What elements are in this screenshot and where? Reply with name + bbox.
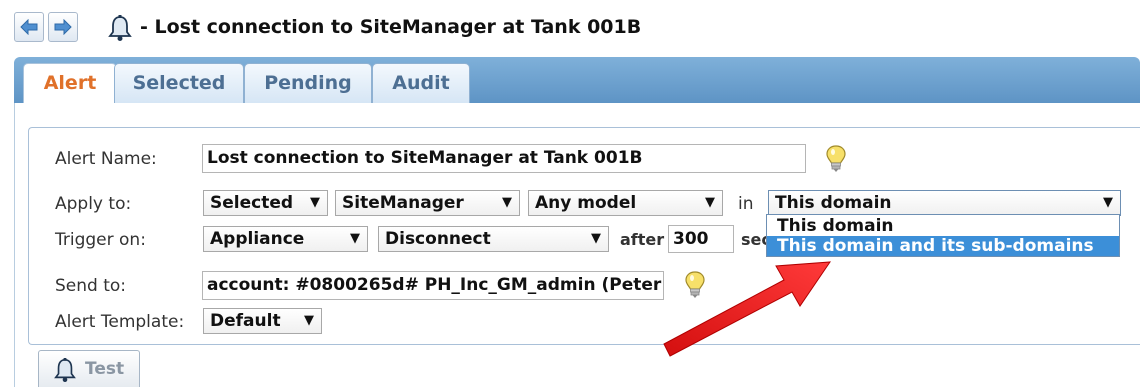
dropdown-arrow-icon: ▼ (350, 231, 360, 246)
dropdown-arrow-icon: ▼ (705, 195, 715, 210)
tab-selected[interactable]: Selected (114, 63, 244, 103)
domain-select[interactable]: This domain ▼ (768, 190, 1121, 216)
lightbulb-icon[interactable] (825, 144, 847, 174)
forward-arrow-icon (54, 19, 72, 35)
dropdown-arrow-icon: ▼ (591, 231, 601, 246)
back-arrow-icon (20, 19, 38, 35)
model-select[interactable]: Any model ▼ (528, 190, 723, 216)
domain-dropdown-list: This domain This domain and its sub-doma… (766, 214, 1120, 257)
apply-scope-select[interactable]: Selected ▼ (203, 190, 328, 216)
domain-option-this[interactable]: This domain (767, 216, 1119, 236)
test-button[interactable]: Test (38, 350, 140, 387)
in-label: in (738, 194, 754, 214)
alert-template-label: Alert Template: (55, 312, 185, 332)
after-seconds-input[interactable]: 300 (668, 225, 734, 253)
alert-name-input[interactable]: Lost connection to SiteManager at Tank 0… (202, 144, 806, 173)
tab-strip: Alert Selected Pending Audit (14, 57, 1140, 104)
tab-audit[interactable]: Audit (372, 63, 470, 103)
trigger-event-select[interactable]: Disconnect ▼ (378, 226, 609, 252)
test-button-label: Test (85, 359, 125, 379)
trigger-source-select[interactable]: Appliance ▼ (203, 226, 368, 252)
title-bar: - Lost connection to SiteManager at Tank… (0, 0, 1140, 58)
page-title: - Lost connection to SiteManager at Tank… (140, 16, 642, 38)
trigger-on-label: Trigger on: (55, 230, 146, 250)
dropdown-arrow-icon: ▼ (304, 313, 314, 328)
apply-scope-value: Selected (210, 193, 294, 213)
domain-value: This domain (775, 193, 892, 213)
tab-alert[interactable]: Alert (23, 63, 117, 104)
tab-pending[interactable]: Pending (244, 63, 372, 103)
dropdown-arrow-icon: ▼ (1103, 195, 1113, 210)
model-value: Any model (535, 193, 637, 213)
trigger-source-value: Appliance (210, 229, 305, 249)
alert-template-value: Default (210, 311, 281, 331)
dropdown-arrow-icon: ▼ (502, 195, 512, 210)
alert-template-select[interactable]: Default ▼ (203, 308, 322, 334)
domain-option-sub-domains[interactable]: This domain and its sub-domains (767, 236, 1119, 256)
bell-icon (54, 358, 76, 382)
send-to-label: Send to: (55, 276, 127, 296)
back-button[interactable] (14, 12, 44, 42)
send-to-input[interactable]: account: #0800265d# PH_Inc_GM_admin (Pet… (202, 271, 664, 300)
alert-name-label: Alert Name: (55, 149, 157, 169)
after-label: after (620, 230, 665, 249)
forward-button[interactable] (48, 12, 78, 42)
bell-icon (108, 15, 132, 41)
product-select[interactable]: SiteManager ▼ (335, 190, 520, 216)
apply-to-label: Apply to: (55, 194, 132, 214)
product-value: SiteManager (342, 193, 464, 213)
dropdown-arrow-icon: ▼ (310, 195, 320, 210)
lightbulb-icon[interactable] (684, 270, 706, 300)
trigger-event-value: Disconnect (385, 229, 491, 249)
